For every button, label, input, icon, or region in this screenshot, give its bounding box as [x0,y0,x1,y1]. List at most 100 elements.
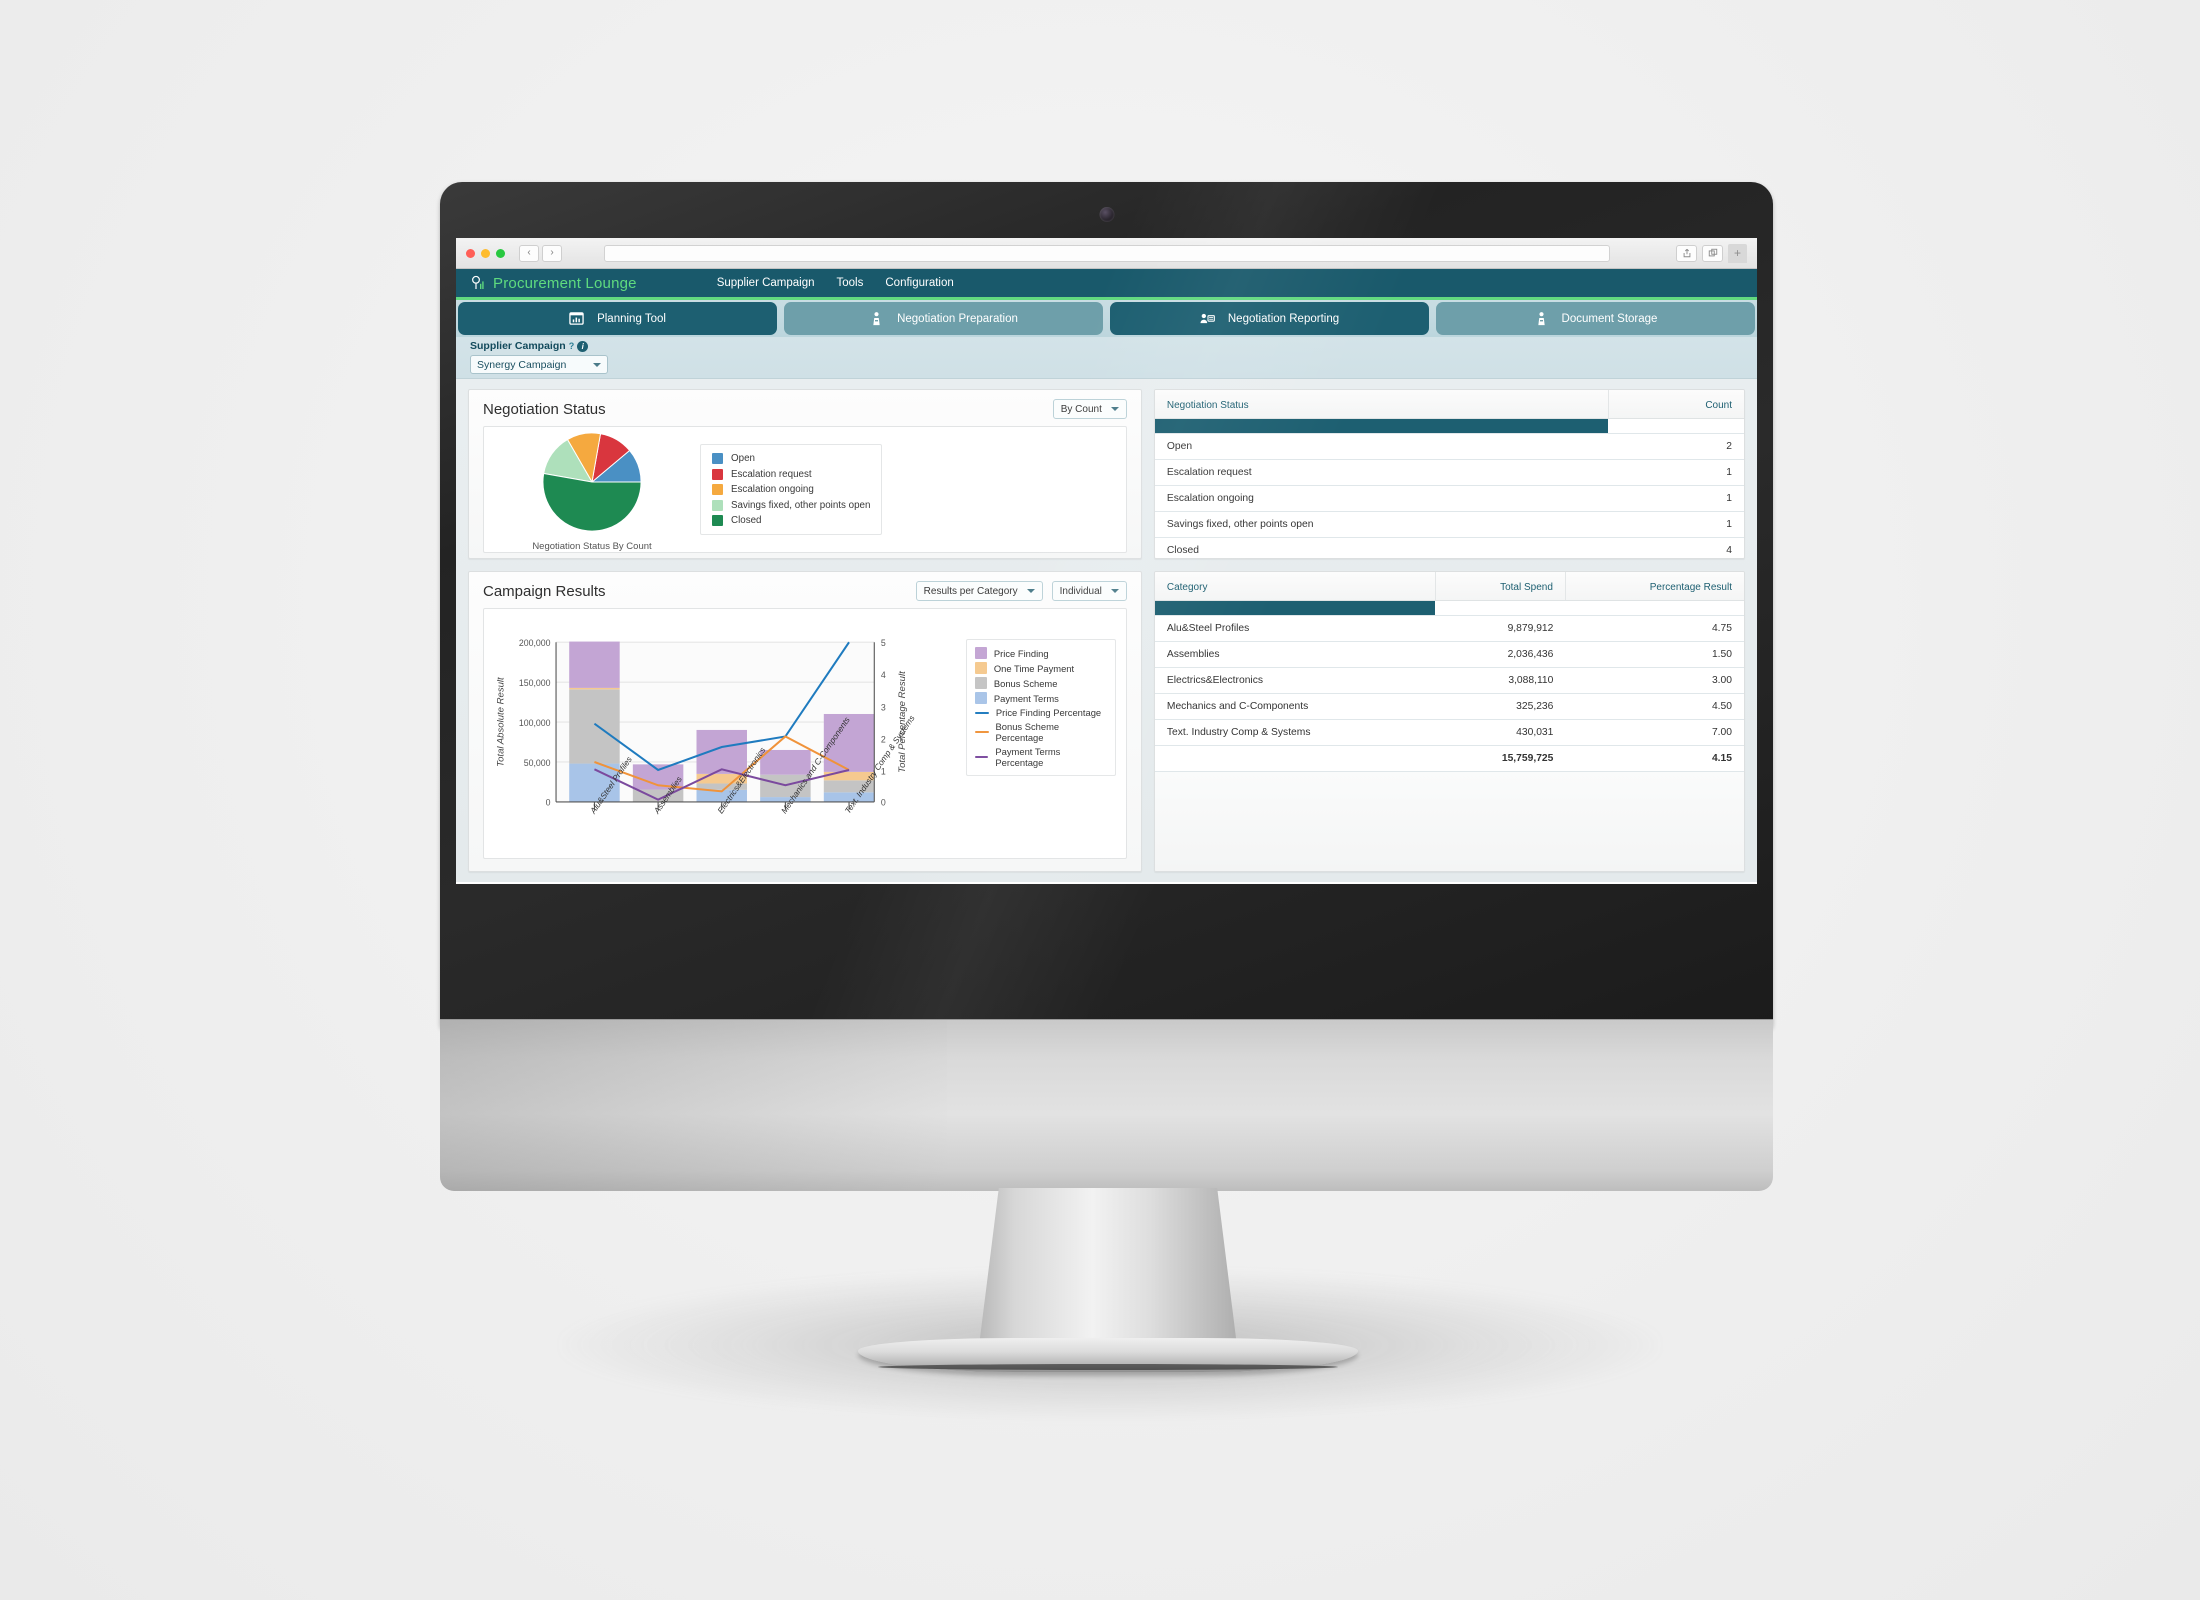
cell-category: Alu&Steel Profiles [1154,615,1436,642]
chart-window-icon [569,312,584,325]
cell-category: Text. Industry Comp & Systems [1154,719,1436,746]
table-row[interactable]: Mechanics and C-Components 325,236 4.50 [1154,693,1744,720]
minimize-window-icon[interactable] [481,248,490,258]
browser-chrome: ‹ › + [456,238,1757,269]
topnav-item-supplier-campaign[interactable]: Supplier Campaign [717,277,815,289]
topnav-item-configuration[interactable]: Configuration [885,277,953,289]
table-row[interactable]: Open 2 [1154,433,1744,460]
table-row[interactable]: Text. Industry Comp & Systems 430,031 7.… [1154,719,1744,746]
legend-label: Escalation request [731,468,812,480]
legend-item: Price Finding Percentage [974,707,1107,718]
tabs-overview-icon[interactable] [1702,244,1723,262]
info-icon[interactable]: i [577,340,589,352]
chevron-down-icon [1110,407,1119,411]
table-total-row: 15,759,725 4.15 [1154,745,1744,772]
individual-dropdown[interactable]: Individual [1051,581,1127,601]
monitor-stand-foot [858,1338,1358,1372]
negotiation-status-card: Negotiation Status By Count Negotiation … [468,389,1142,559]
legend-label: Savings fixed, other points open [731,499,871,511]
campaign-select[interactable]: Synergy Campaign [470,355,608,374]
svg-text:5: 5 [881,639,886,649]
page-title: Negotiation Status [483,400,606,418]
legend-label: Escalation ongoing [731,484,814,495]
cell-total-label [1154,745,1436,772]
nav-buttons[interactable]: ‹ › [519,244,562,262]
zoom-window-icon[interactable] [496,248,505,258]
column-header-percentage-result[interactable]: Percentage Result [1564,572,1744,601]
table-row[interactable]: Alu&Steel Profiles 9,879,912 4.75 [1154,615,1744,642]
new-tab-button[interactable]: + [1728,243,1747,263]
legend-line [974,711,989,714]
legend-item: Savings fixed, other points open [712,499,871,511]
procurement-lounge-logo-icon [472,275,484,289]
campaign-combo-chart: 200,000 150,000 100,000 50,000 0 5 4 3 2… [495,639,916,817]
forward-icon[interactable]: › [542,244,562,262]
cell-count: 1 [1608,485,1744,512]
negotiation-status-controls: By Count [1052,399,1127,419]
table-filler [1154,772,1744,871]
table-head: Negotiation Status Count [1154,390,1744,434]
category-results-table: Category Total Spend Percentage Result A… [1154,572,1744,772]
table-row[interactable]: Electrics&Electronics 3,088,110 3.00 [1154,667,1744,694]
legend-swatch [974,677,987,690]
back-icon[interactable]: ‹ [519,244,539,262]
address-bar[interactable] [604,244,1610,262]
help-marker-icon[interactable]: ? [569,341,575,351]
by-count-dropdown[interactable]: By Count [1052,399,1127,419]
campaign-results-title: Campaign Results [483,582,606,600]
legend-swatch [974,692,987,705]
legend-label: Closed [731,515,762,526]
legend-item: Bonus Scheme Percentage [974,721,1107,744]
svg-text:0: 0 [546,798,551,808]
share-icon[interactable] [1676,244,1697,262]
app-topbar: Procurement Lounge Supplier Campaign Too… [456,269,1757,300]
tab-planning-tool[interactable]: Planning Tool [458,302,777,335]
svg-text:4: 4 [881,671,886,681]
campaign-results-header: Campaign Results Results per Category In… [469,572,1141,604]
person-card-icon [1200,313,1215,324]
cell-count: 2 [1608,433,1744,460]
window-controls[interactable] [466,248,505,258]
close-window-icon[interactable] [466,248,475,258]
brand-name: Procurement Lounge [493,274,637,292]
topnav-item-tools[interactable]: Tools [837,277,864,289]
column-header-category[interactable]: Category [1154,572,1436,601]
column-header-count[interactable]: Count [1607,390,1744,419]
tab-document-storage[interactable]: Document Storage [1436,302,1755,335]
webcam-icon [1099,207,1114,222]
cell-spend: 3,088,110 [1435,667,1566,694]
results-per-category-dropdown[interactable]: Results per Category [915,581,1043,601]
pie-legend: Open Escalation request Escalation ongoi… [700,444,883,535]
campaign-legend: Price Finding One Time Payment Bonus Sch… [965,639,1116,777]
table-accent-row [1154,418,1744,434]
table-header-row: Category Total Spend Percentage Result [1154,572,1744,601]
cell-status: Escalation request [1154,459,1608,486]
chevron-down-icon [1026,589,1035,593]
cell-status: Closed [1154,537,1608,558]
table-row[interactable]: Assemblies 2,036,436 1.50 [1154,641,1744,668]
legend-label: Bonus Scheme Percentage [995,721,1060,744]
svg-text:3: 3 [881,703,886,713]
legend-swatch [712,515,723,526]
svg-text:50,000: 50,000 [524,758,551,768]
legend-item: Bonus Scheme [974,677,1107,690]
cell-total-pct: 4.15 [1565,745,1744,772]
cell-pct: 1.50 [1565,641,1744,668]
tab-negotiation-preparation[interactable]: Negotiation Preparation [784,302,1103,335]
table-row[interactable]: Closed 4 [1154,537,1744,558]
tab-label: Negotiation Reporting [1227,312,1340,325]
table-row[interactable]: Savings fixed, other points open 1 [1154,511,1744,538]
legend-label: Payment Terms [993,692,1059,704]
table-head: Category Total Spend Percentage Result [1154,572,1744,616]
cell-status: Open [1154,433,1608,460]
table-row[interactable]: Escalation request 1 [1154,459,1744,486]
table-row[interactable]: Escalation ongoing 1 [1154,485,1744,512]
column-header-status[interactable]: Negotiation Status [1154,390,1608,419]
column-header-total-spend[interactable]: Total Spend [1434,572,1566,601]
legend-item: Escalation request [712,468,870,480]
cell-pct: 3.00 [1565,667,1744,694]
right-column: Negotiation Status Count Open 2 Escalati… [1153,389,1745,872]
screen: ‹ › + Procurement Lounge Supplier Campai… [456,238,1757,884]
tab-negotiation-reporting[interactable]: Negotiation Reporting [1110,302,1429,335]
cell-spend: 430,031 [1435,719,1566,746]
